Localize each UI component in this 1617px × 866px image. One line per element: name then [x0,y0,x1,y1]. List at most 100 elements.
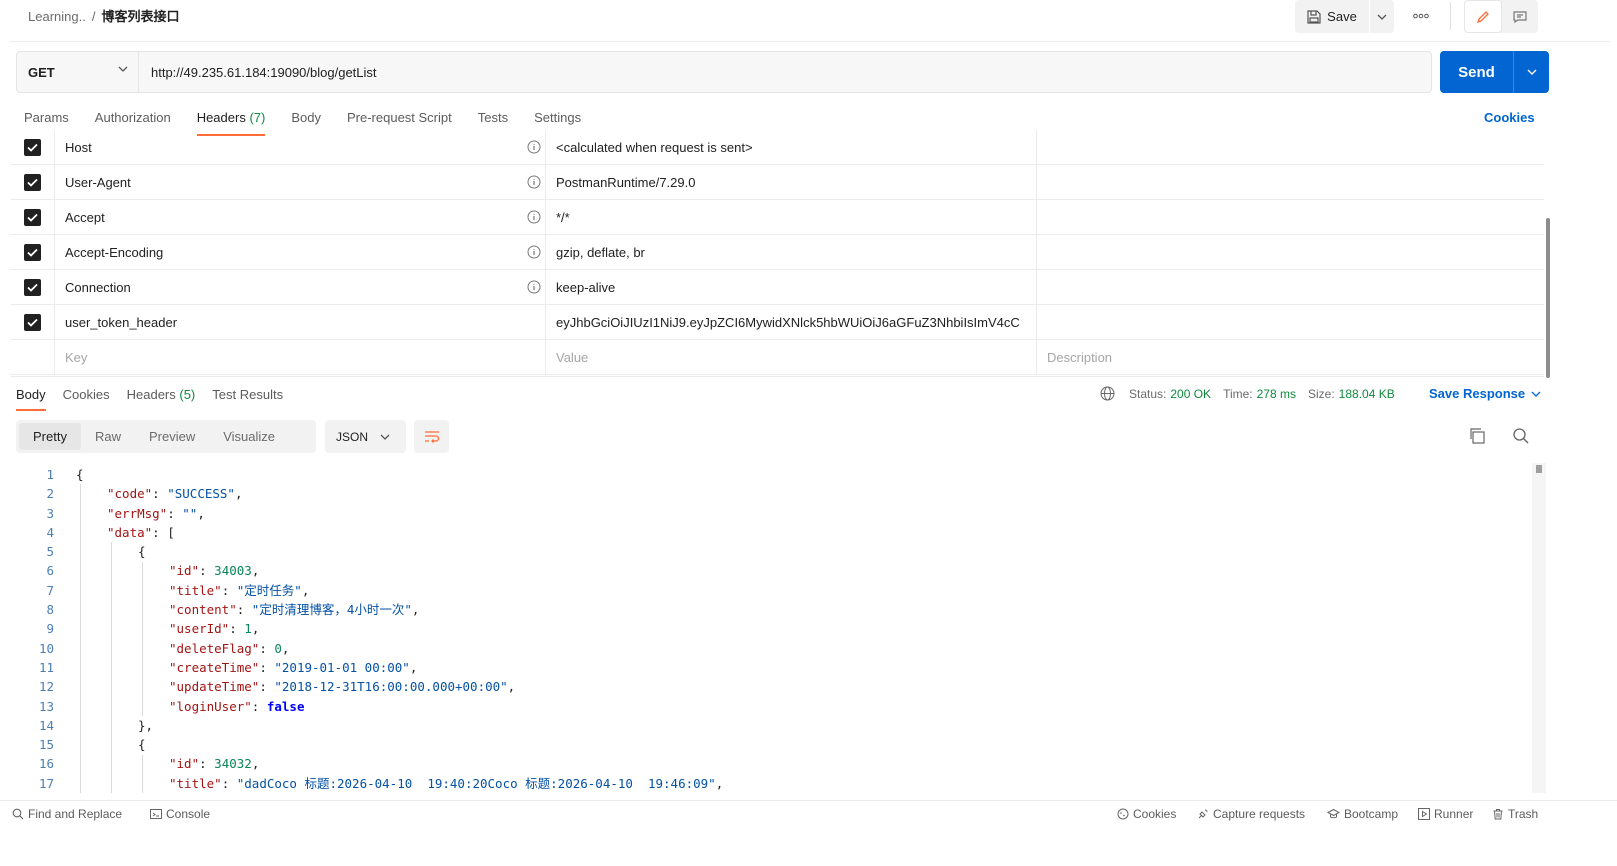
line-number: 6 [46,563,54,579]
runner-button[interactable]: Runner [1418,807,1473,821]
save-response-button[interactable]: Save Response [1429,386,1541,401]
info-icon[interactable] [527,175,541,189]
header-value: <calculated when request is sent> [556,140,753,155]
search-button[interactable] [1512,427,1530,448]
header-value-cell[interactable]: <calculated when request is sent> [546,130,1037,165]
header-key-cell[interactable]: Accept [55,200,546,235]
request-title[interactable]: 博客列表接口 [101,9,179,24]
console-label: Console [166,807,211,821]
view-pretty[interactable]: Pretty [19,423,81,450]
edit-mode-button[interactable] [1464,0,1502,33]
header-description-cell[interactable] [1037,200,1544,235]
size-value[interactable]: 188.04 KB [1339,387,1395,401]
code-text: "code": "SUCCESS", [107,484,242,503]
view-visualize[interactable]: Visualize [209,423,289,450]
new-header-value-input[interactable]: Value [546,340,1037,375]
info-icon[interactable] [527,245,541,259]
response-tab-cookies[interactable]: Cookies [63,387,110,411]
header-enabled-checkbox[interactable] [10,130,55,165]
capture-requests-button[interactable]: Capture requests [1197,807,1305,821]
send-options-dropdown[interactable] [1514,51,1549,93]
header-enabled-checkbox[interactable] [10,305,55,340]
new-header-description-input[interactable]: Description [1037,340,1544,375]
cookies-footer-button[interactable]: Cookies [1117,807,1176,821]
header-value: gzip, deflate, br [556,245,645,260]
header-value-cell[interactable]: */* [546,200,1037,235]
code-token: "userId" [169,621,230,637]
info-icon[interactable] [527,140,541,154]
more-horizontal-icon [1413,13,1429,19]
code-token: , [507,679,516,695]
checkmark-icon [23,139,41,156]
response-bar: Body Cookies Headers (5) Test Results St… [10,376,1544,411]
method-select[interactable]: GET [17,52,139,92]
view-preview[interactable]: Preview [135,423,209,450]
response-tab-body[interactable]: Body [16,387,46,411]
header-value-cell[interactable]: eyJhbGciOiJIUzI1NiJ9.eyJpZCI6MywidXNlck5… [546,305,1037,340]
header-value-cell[interactable]: keep-alive [546,270,1037,305]
cookies-link[interactable]: Cookies [1484,110,1535,125]
scrollbar-thumb[interactable] [1536,465,1542,473]
save-button[interactable]: Save [1295,0,1369,33]
code-token: , [715,775,724,791]
copy-button[interactable] [1468,427,1486,448]
response-tab-headers[interactable]: Headers (5) [127,387,196,411]
header-enabled-checkbox[interactable] [10,200,55,235]
header-key-cell[interactable]: Connection [55,270,546,305]
header-value-cell[interactable]: PostmanRuntime/7.29.0 [546,165,1037,200]
view-raw[interactable]: Raw [81,423,135,450]
header-description-cell[interactable] [1037,235,1544,270]
headers-scrollbar[interactable] [1546,140,1550,380]
info-icon[interactable] [527,210,541,224]
comments-mode-button[interactable] [1502,0,1538,33]
scrollbar-thumb[interactable] [1546,218,1550,378]
header-description-cell[interactable] [1037,165,1544,200]
save-response-label: Save Response [1429,386,1526,401]
header-enabled-checkbox[interactable] [10,235,55,270]
response-tab-test-results[interactable]: Test Results [212,387,283,411]
tab-label: Headers [126,387,176,402]
tab-label: Test Results [212,387,284,402]
trash-button[interactable]: Trash [1492,807,1538,821]
bootcamp-button[interactable]: Bootcamp [1327,807,1398,821]
response-body-editor[interactable]: 1{2 "code": "SUCCESS", 3 "errMsg": "", 4 "dat… [10,465,1530,797]
header-enabled-checkbox[interactable] [10,270,55,305]
header-description-cell[interactable] [1037,270,1544,305]
url-input[interactable] [151,62,1421,82]
header-description-cell[interactable] [1037,130,1544,165]
header-description-cell[interactable] [1037,305,1544,340]
tab-count: (7) [249,110,266,125]
code-line: 10 "deleteFlag": 0, [10,639,1530,658]
runner-icon [1418,808,1430,820]
divider [1450,2,1451,30]
tab-label: Body [16,387,46,402]
headers-table: Host <calculated when request is sent> U… [10,130,1544,375]
new-row-checkbox-cell [10,340,55,375]
word-wrap-button[interactable] [414,420,449,453]
find-replace-button[interactable]: Find and Replace [12,807,122,821]
code-token: 0 [274,640,282,656]
tab-label: Params [24,110,69,125]
save-options-dropdown[interactable] [1370,0,1394,33]
header-key-cell[interactable]: Host [55,130,546,165]
more-actions-button[interactable] [1408,4,1434,28]
send-button[interactable]: Send [1440,51,1514,93]
header-key-cell[interactable]: user_token_header [55,305,546,340]
status-value[interactable]: 200 OK [1170,387,1211,401]
line-number: 4 [46,524,54,540]
console-button[interactable]: Console [150,807,210,821]
header-key-cell[interactable]: Accept-Encoding [55,235,546,270]
header-key-cell[interactable]: User-Agent [55,165,546,200]
format-select[interactable]: JSON [325,420,406,453]
code-token: { [138,737,146,753]
time-value[interactable]: 278 ms [1257,387,1296,401]
header-value-cell[interactable]: gzip, deflate, br [546,235,1037,270]
info-icon[interactable] [527,280,541,294]
code-line: 14}, [10,716,1530,735]
breadcrumb-collection[interactable]: Learning.. [28,9,86,24]
new-header-key-input[interactable]: Key [55,340,546,375]
globe-icon[interactable] [1100,386,1115,401]
response-scrollbar[interactable] [1532,463,1546,793]
code-token: "SUCCESS" [167,486,235,502]
header-enabled-checkbox[interactable] [10,165,55,200]
